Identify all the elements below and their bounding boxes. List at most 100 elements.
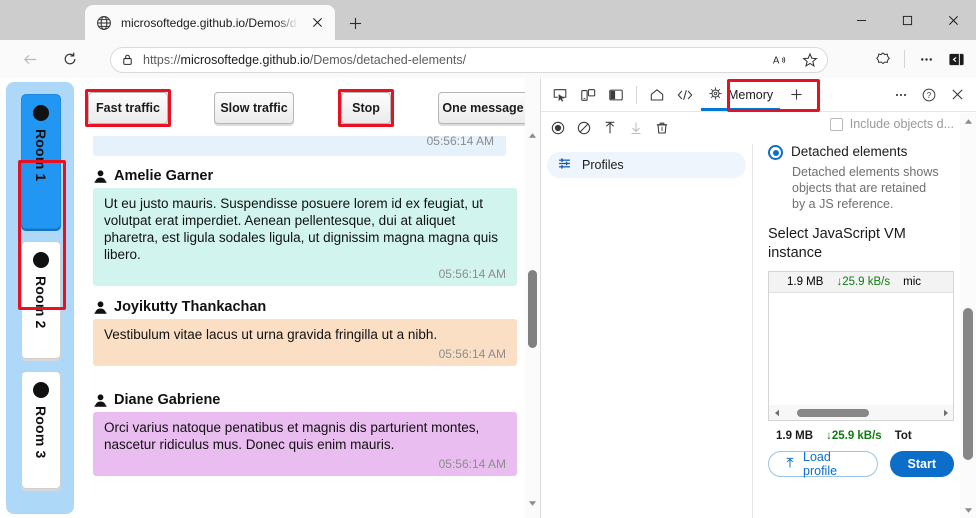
scroll-up-arrow-icon[interactable] [960, 113, 976, 129]
message-bubble: Orci varius natoque penatibus et magnis … [93, 412, 517, 476]
devtools-more-icon[interactable] [887, 81, 915, 109]
record-icon[interactable] [545, 115, 571, 141]
home-icon[interactable] [643, 81, 671, 109]
scroll-right-arrow-icon[interactable] [938, 405, 953, 420]
devtools-scrollbar-thumb[interactable] [963, 308, 973, 460]
code-icon[interactable] [671, 81, 699, 109]
user-avatar-icon [93, 169, 108, 184]
detached-elements-radio[interactable] [768, 145, 783, 160]
include-objects-label: Include objects d... [850, 117, 954, 131]
stop-button[interactable]: Stop [341, 92, 391, 124]
message-timestamp: 05:56:14 AM [104, 267, 506, 281]
window-close-button[interactable] [930, 0, 976, 40]
url-text: https://microsoftedge.github.io/Demos/de… [143, 53, 761, 67]
star-icon[interactable] [799, 49, 821, 71]
vm-scrollbar-thumb[interactable] [797, 409, 869, 417]
detached-elements-option[interactable]: Detached elements [768, 144, 954, 160]
tab-memory[interactable]: Memory [699, 79, 782, 111]
vm-horizontal-scrollbar[interactable] [769, 405, 953, 420]
chat-message: Diane Gabriene Orci varius natoque penat… [93, 392, 517, 476]
slow-traffic-button[interactable]: Slow traffic [214, 92, 294, 124]
message-text: Ut eu justo mauris. Suspendisse posuere … [104, 195, 506, 263]
message-author: Diane Gabriene [114, 392, 220, 408]
sidebar-item-profiles-label: Profiles [582, 158, 624, 172]
sidebar-item-profiles[interactable]: Profiles [547, 152, 746, 178]
page-scrollbar-thumb[interactable] [528, 270, 537, 348]
room-status-dot-icon [33, 382, 49, 398]
total-label: Tot [895, 430, 912, 442]
devtools-panel: Memory ? [540, 78, 976, 518]
page-scrollbar[interactable] [525, 78, 540, 518]
web-page-content: Room 1 Room 2 Room 3 Fast traffic Slow t… [0, 78, 540, 518]
message-timestamp: 05:56:14 AM [427, 136, 494, 148]
load-profile-label: Load profile [803, 450, 863, 478]
message-header: Amelie Garner [93, 168, 517, 184]
clear-icon[interactable] [571, 115, 597, 141]
room-button-2[interactable]: Room 2 [21, 241, 61, 359]
vm-instance-list[interactable]: 1.9 MB ↓25.9 kB/s mic [768, 271, 954, 421]
sliders-icon [557, 156, 572, 174]
browser-window: microsoftedge.github.io/Demos/d [0, 0, 976, 518]
vm-instance-row[interactable]: 1.9 MB ↓25.9 kB/s mic [769, 272, 953, 293]
window-controls [838, 0, 976, 40]
settings-more-icon[interactable] [912, 45, 940, 73]
room-status-dot-icon [33, 105, 49, 121]
address-bar[interactable]: https://microsoftedge.github.io/Demos/de… [110, 47, 828, 73]
message-text: Vestibulum vitae lacus ut urna gravida f… [104, 326, 506, 343]
message-timestamp: 05:56:14 AM [104, 347, 506, 361]
one-message-button[interactable]: One message [438, 92, 528, 124]
help-icon[interactable]: ? [915, 81, 943, 109]
scroll-down-arrow-icon[interactable] [525, 496, 540, 511]
browser-tab[interactable]: microsoftedge.github.io/Demos/d [85, 5, 335, 40]
load-profile-button[interactable]: Load profile [768, 451, 878, 477]
collections-icon[interactable] [869, 45, 897, 73]
include-objects-row[interactable]: Include objects d... [768, 117, 954, 131]
read-aloud-icon[interactable]: A [769, 49, 791, 71]
minimize-button[interactable] [838, 0, 884, 40]
memory-chip-icon [708, 86, 723, 104]
chat-message: Joyikutty Thankachan Vestibulum vitae la… [93, 299, 517, 366]
start-button[interactable]: Start [890, 451, 954, 477]
scroll-down-arrow-icon[interactable] [960, 502, 976, 518]
fast-traffic-button[interactable]: Fast traffic [88, 92, 168, 124]
room-button-3[interactable]: Room 3 [21, 371, 61, 489]
add-tab-button[interactable] [782, 81, 810, 109]
download-icon[interactable] [623, 115, 649, 141]
room-label: Room 1 [33, 129, 49, 182]
detached-elements-label: Detached elements [791, 144, 907, 159]
sidebar-icon[interactable] [942, 45, 970, 73]
scroll-up-arrow-icon[interactable] [525, 128, 540, 143]
upload-icon[interactable] [597, 115, 623, 141]
message-header: Joyikutty Thankachan [93, 299, 517, 315]
tab-title: microsoftedge.github.io/Demos/d [121, 16, 298, 30]
back-icon[interactable] [16, 45, 44, 73]
device-emulation-icon[interactable] [574, 81, 602, 109]
globe-icon [96, 15, 112, 31]
memory-options-panel: Include objects d... Detached elements D… [754, 113, 960, 518]
message-bubble: Vestibulum vitae lacus ut urna gravida f… [93, 319, 517, 366]
devtools-close-icon[interactable] [943, 81, 971, 109]
divider [904, 50, 905, 68]
reload-icon[interactable] [56, 45, 84, 73]
user-avatar-icon [93, 393, 108, 408]
trash-icon[interactable] [649, 115, 675, 141]
tab-strip: microsoftedge.github.io/Demos/d [0, 0, 976, 40]
message-header: Diane Gabriene [93, 392, 517, 408]
close-icon[interactable] [307, 13, 327, 33]
devtools-scrollbar[interactable] [960, 113, 976, 518]
include-objects-checkbox[interactable] [830, 118, 843, 131]
total-memory-value: 1.9 MB [776, 430, 813, 442]
message-author: Joyikutty Thankachan [114, 299, 266, 315]
message-text: Orci varius natoque penatibus et magnis … [104, 419, 506, 453]
maximize-button[interactable] [884, 0, 930, 40]
traffic-button-row: Fast traffic Slow traffic Stop One messa… [88, 92, 528, 130]
inspect-icon[interactable] [546, 81, 574, 109]
room-button-1[interactable]: Room 1 [21, 94, 61, 229]
scroll-left-arrow-icon[interactable] [769, 405, 784, 420]
dock-panel-icon[interactable] [602, 81, 630, 109]
new-tab-button[interactable] [342, 10, 368, 36]
vm-instance-name: mic [903, 276, 921, 288]
url-path: /Demos/detached-elements/ [310, 53, 466, 67]
vm-instance-title: Select JavaScript VM instance [768, 225, 954, 263]
svg-text:?: ? [927, 91, 932, 100]
